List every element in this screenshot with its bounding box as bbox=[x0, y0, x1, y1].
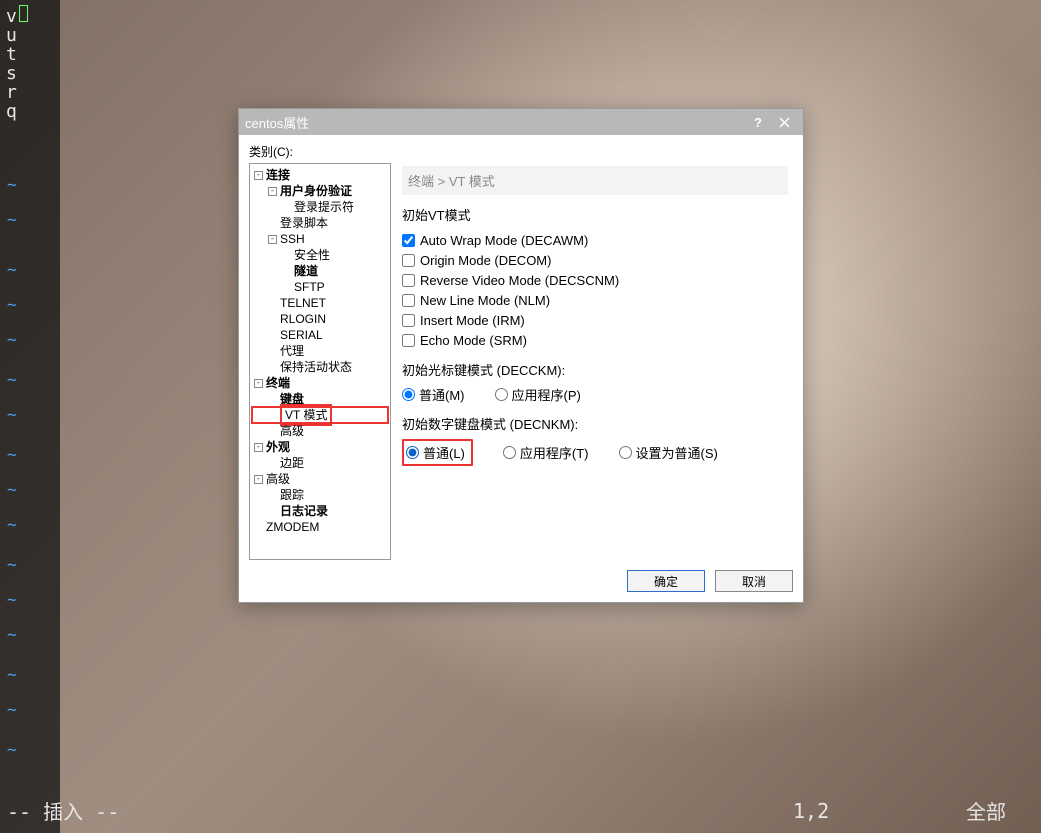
highlight-box: 普通(L) bbox=[402, 439, 473, 466]
tree-item-proxy[interactable]: 代理 bbox=[252, 343, 388, 359]
radio-cursor-app[interactable]: 应用程序(P) bbox=[495, 385, 581, 404]
collapse-icon[interactable]: - bbox=[268, 187, 277, 196]
tilde: ~ bbox=[7, 330, 17, 349]
check-autowrap[interactable]: Auto Wrap Mode (DECAWM) bbox=[402, 230, 788, 250]
tree-item-login-prompt[interactable]: 登录提示符 bbox=[252, 199, 388, 215]
tree-item-advanced2[interactable]: -高级 bbox=[252, 471, 388, 487]
terminal-text: v u t s r q bbox=[6, 5, 28, 121]
tilde: ~ bbox=[7, 665, 17, 684]
radio-cursor-normal[interactable]: 普通(M) bbox=[402, 385, 465, 404]
tilde: ~ bbox=[7, 175, 17, 194]
tree-item-appearance[interactable]: -外观 bbox=[252, 439, 388, 455]
close-icon bbox=[779, 117, 790, 128]
checkbox[interactable] bbox=[402, 314, 415, 327]
settings-panel: 终端 > VT 模式 初始VT模式 Auto Wrap Mode (DECAWM… bbox=[397, 163, 793, 560]
tilde: ~ bbox=[7, 480, 17, 499]
breadcrumb: 终端 > VT 模式 bbox=[402, 166, 788, 195]
check-echo[interactable]: Echo Mode (SRM) bbox=[402, 330, 788, 350]
cursor bbox=[19, 5, 28, 22]
help-button[interactable]: ? bbox=[745, 112, 771, 132]
status-position: 1,2 bbox=[793, 799, 829, 823]
check-reverse[interactable]: Reverse Video Mode (DECSCNM) bbox=[402, 270, 788, 290]
radio-numpad-normal[interactable]: 普通(L) bbox=[406, 443, 465, 462]
tilde: ~ bbox=[7, 555, 17, 574]
radio-numpad-set[interactable]: 设置为普通(S) bbox=[619, 443, 718, 462]
collapse-icon[interactable]: - bbox=[254, 171, 263, 180]
section-vt-title: 初始VT模式 bbox=[402, 205, 788, 224]
tree-item-zmodem[interactable]: ZMODEM bbox=[252, 519, 388, 535]
tree-item-telnet[interactable]: TELNET bbox=[252, 295, 388, 311]
ok-button[interactable]: 确定 bbox=[627, 570, 705, 592]
close-button[interactable] bbox=[771, 112, 797, 132]
numpad-mode-title: 初始数字键盘模式 (DECNKM): bbox=[402, 414, 788, 433]
tilde: ~ bbox=[7, 370, 17, 389]
cursor-mode-title: 初始光标键模式 (DECCKM): bbox=[402, 360, 788, 379]
tree-item-advanced[interactable]: 高级 bbox=[252, 423, 388, 439]
tree-item-terminal[interactable]: -终端 bbox=[252, 375, 388, 391]
tilde: ~ bbox=[7, 700, 17, 719]
cancel-button[interactable]: 取消 bbox=[715, 570, 793, 592]
properties-dialog: centos属性 ? 类别(C): -连接 -用户身份验证 登录提示符 登录脚本… bbox=[238, 108, 804, 603]
check-origin[interactable]: Origin Mode (DECOM) bbox=[402, 250, 788, 270]
status-mode: -- 插入 -- bbox=[7, 796, 119, 825]
tree-item-ssh[interactable]: -SSH bbox=[252, 231, 388, 247]
tilde: ~ bbox=[7, 515, 17, 534]
tree-item-login-script[interactable]: 登录脚本 bbox=[252, 215, 388, 231]
tilde: ~ bbox=[7, 445, 17, 464]
tree-item-vt-mode[interactable]: VT 模式 bbox=[252, 407, 388, 423]
collapse-icon[interactable]: - bbox=[254, 475, 263, 484]
radio[interactable] bbox=[619, 446, 632, 459]
category-tree[interactable]: -连接 -用户身份验证 登录提示符 登录脚本 -SSH 安全性 隧道 SFTP bbox=[249, 163, 391, 560]
tilde: ~ bbox=[7, 625, 17, 644]
collapse-icon[interactable]: - bbox=[254, 443, 263, 452]
radio-numpad-app[interactable]: 应用程序(T) bbox=[503, 443, 589, 462]
collapse-icon[interactable]: - bbox=[254, 379, 263, 388]
tree-item-serial[interactable]: SERIAL bbox=[252, 327, 388, 343]
collapse-icon[interactable]: - bbox=[268, 235, 277, 244]
tilde: ~ bbox=[7, 590, 17, 609]
tree-item-security[interactable]: 安全性 bbox=[252, 247, 388, 263]
dialog-title: centos属性 bbox=[245, 113, 745, 132]
checkbox[interactable] bbox=[402, 334, 415, 347]
tilde: ~ bbox=[7, 210, 17, 229]
tree-item-sftp[interactable]: SFTP bbox=[252, 279, 388, 295]
tilde: ~ bbox=[7, 740, 17, 759]
tree-item-margin[interactable]: 边距 bbox=[252, 455, 388, 471]
tree-item-tunnel[interactable]: 隧道 bbox=[252, 263, 388, 279]
radio[interactable] bbox=[503, 446, 516, 459]
tree-item-trace[interactable]: 跟踪 bbox=[252, 487, 388, 503]
checkbox[interactable] bbox=[402, 274, 415, 287]
tilde: ~ bbox=[7, 405, 17, 424]
tree-item-connection[interactable]: -连接 bbox=[252, 167, 388, 183]
checkbox[interactable] bbox=[402, 234, 415, 247]
radio[interactable] bbox=[406, 446, 419, 459]
category-label: 类别(C): bbox=[249, 143, 793, 160]
tree-item-logging[interactable]: 日志记录 bbox=[252, 503, 388, 519]
check-newline[interactable]: New Line Mode (NLM) bbox=[402, 290, 788, 310]
checkbox[interactable] bbox=[402, 254, 415, 267]
radio[interactable] bbox=[495, 388, 508, 401]
titlebar[interactable]: centos属性 ? bbox=[239, 109, 803, 135]
tilde: ~ bbox=[7, 260, 17, 279]
tree-item-keepalive[interactable]: 保持活动状态 bbox=[252, 359, 388, 375]
status-scope: 全部 bbox=[966, 796, 1006, 825]
radio[interactable] bbox=[402, 388, 415, 401]
tree-item-auth[interactable]: -用户身份验证 bbox=[252, 183, 388, 199]
check-insert[interactable]: Insert Mode (IRM) bbox=[402, 310, 788, 330]
checkbox[interactable] bbox=[402, 294, 415, 307]
status-bar: -- 插入 -- 1,2 全部 bbox=[0, 788, 1041, 833]
tilde: ~ bbox=[7, 295, 17, 314]
tree-item-rlogin[interactable]: RLOGIN bbox=[252, 311, 388, 327]
